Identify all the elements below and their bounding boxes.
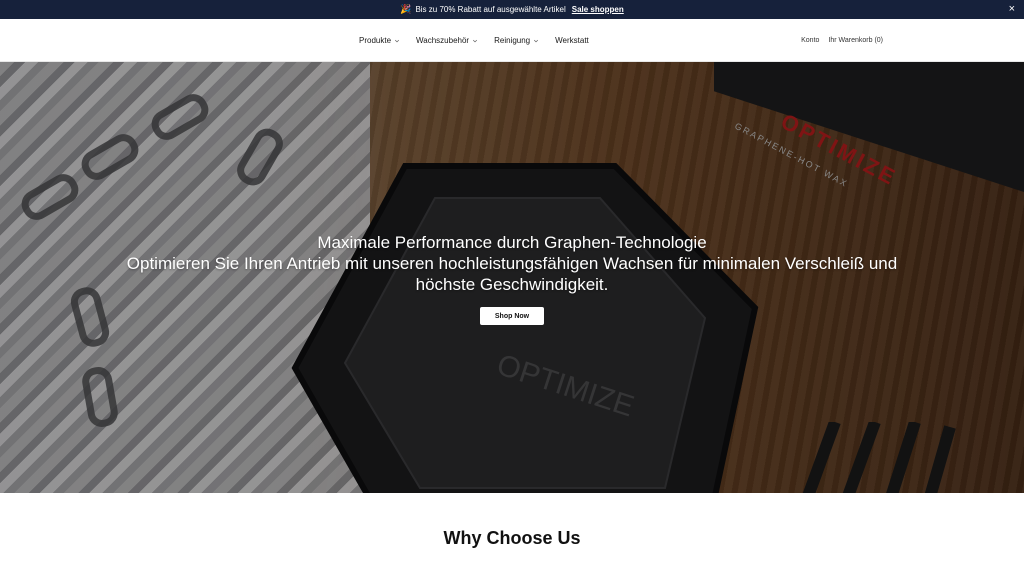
header-actions: Konto Ihr Warenkorb (0)	[801, 19, 883, 62]
account-link[interactable]: Konto	[801, 37, 819, 44]
announcement-text: Bis zu 70% Rabatt auf ausgewählte Artike…	[415, 5, 566, 14]
site-header: Produkte Wachszubehör Reinigung Werkstat…	[0, 19, 1024, 62]
chevron-down-icon	[473, 39, 478, 42]
section-title: Why Choose Us	[443, 528, 581, 548]
nav-item-label: Reinigung	[494, 36, 531, 45]
hero-subtitle-line2: höchste Geschwindigkeit.	[415, 275, 609, 294]
chevron-down-icon	[534, 39, 539, 42]
shop-now-button[interactable]: Shop Now	[480, 307, 544, 325]
hero-title: Maximale Performance durch Graphen-Techn…	[317, 233, 707, 252]
announcement-bar: 🎉 Bis zu 70% Rabatt auf ausgewählte Arti…	[0, 0, 1024, 19]
close-icon[interactable]: ×	[1009, 3, 1015, 15]
main-nav: Produkte Wachszubehör Reinigung Werkstat…	[359, 19, 589, 62]
nav-item-reinigung[interactable]: Reinigung	[494, 36, 539, 45]
nav-item-label: Wachszubehör	[416, 36, 470, 45]
nav-item-label: Werkstatt	[555, 36, 589, 45]
cart-link[interactable]: Ihr Warenkorb (0)	[828, 37, 883, 44]
nav-item-wachszubehoer[interactable]: Wachszubehör	[416, 36, 478, 45]
hero-text: Maximale Performance durch Graphen-Techn…	[0, 232, 1024, 295]
nav-item-label: Produkte	[359, 36, 392, 45]
hero-subtitle-line1: Optimieren Sie Ihren Antrieb mit unseren…	[126, 254, 898, 273]
party-popper-icon: 🎉	[400, 4, 412, 14]
sale-link[interactable]: Sale shoppen	[572, 5, 624, 14]
chevron-down-icon	[394, 39, 400, 42]
nav-item-produkte[interactable]: Produkte	[359, 36, 400, 45]
nav-item-werkstatt[interactable]: Werkstatt	[555, 36, 589, 45]
